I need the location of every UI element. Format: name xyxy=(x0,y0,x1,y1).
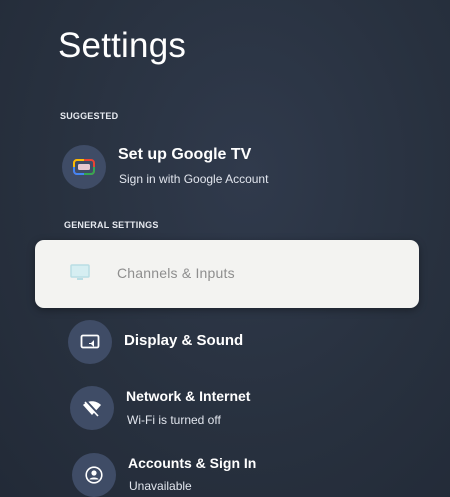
page-title: Settings xyxy=(58,26,187,65)
channels-inputs-label: Channels & Inputs xyxy=(117,265,235,281)
setup-google-tv-subtitle: Sign in with Google Account xyxy=(119,172,269,186)
display-sound-icon xyxy=(68,320,112,364)
accounts-signin-subtitle: Unavailable xyxy=(129,479,192,493)
network-internet-title: Network & Internet xyxy=(126,388,251,404)
google-tv-icon xyxy=(62,145,106,189)
settings-screen: Settings SUGGESTED Set up Google TV Sign… xyxy=(0,0,450,497)
setup-google-tv-title: Set up Google TV xyxy=(118,146,252,163)
network-internet-subtitle: Wi-Fi is turned off xyxy=(127,413,221,427)
section-label-suggested: SUGGESTED xyxy=(60,111,119,121)
display-sound-title: Display & Sound xyxy=(124,332,244,349)
account-icon xyxy=(72,453,116,497)
channels-inputs-item[interactable]: Channels & Inputs xyxy=(35,240,419,308)
section-label-general: GENERAL SETTINGS xyxy=(64,220,159,230)
accounts-signin-title: Accounts & Sign In xyxy=(128,455,257,471)
tv-input-icon xyxy=(69,263,91,286)
wifi-off-icon xyxy=(70,386,114,430)
